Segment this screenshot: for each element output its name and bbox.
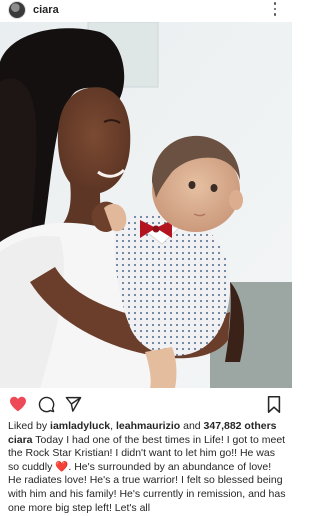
- likes-count[interactable]: 347,882 others: [204, 420, 277, 432]
- post-actions: [0, 392, 292, 416]
- post-username[interactable]: ciara: [33, 4, 59, 16]
- likes-summary[interactable]: Liked by iamladyluck, leahmaurizio and 3…: [8, 420, 286, 434]
- post-caption-area: Liked by iamladyluck, leahmaurizio and 3…: [8, 420, 286, 516]
- liker-2[interactable]: leahmaurizio: [116, 420, 180, 432]
- heart-filled-icon[interactable]: [8, 394, 28, 414]
- heart-emoji-icon: ❤️: [55, 460, 69, 473]
- send-icon[interactable]: [63, 394, 83, 414]
- likes-prefix: Liked by: [8, 420, 51, 432]
- post-header: ciara: [0, 0, 292, 20]
- caption-username[interactable]: ciara: [8, 434, 33, 446]
- avatar[interactable]: [8, 1, 26, 19]
- liker-1[interactable]: iamladyluck: [50, 420, 110, 432]
- post-photo[interactable]: [0, 22, 292, 388]
- post-caption: ciara Today I had one of the best times …: [8, 434, 286, 516]
- caption-clip: ciara Today I had one of the best times …: [8, 434, 286, 516]
- comment-icon[interactable]: [36, 394, 56, 414]
- bookmark-icon[interactable]: [264, 394, 284, 414]
- likes-and: and: [180, 420, 204, 432]
- more-vertical-icon[interactable]: [272, 1, 278, 17]
